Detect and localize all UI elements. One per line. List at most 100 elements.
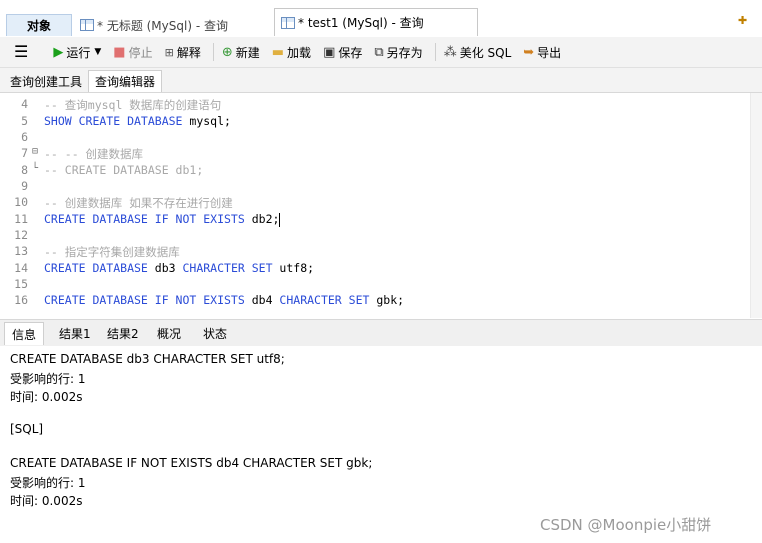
result-tab-label: 结果1 [59, 327, 91, 341]
tab-untitled-label: * 无标题 (MySql) - 查询 [97, 18, 228, 33]
result-tabs: 信息 结果1 结果2 概况 状态 [0, 319, 762, 347]
document-tab-bar: 对象 * 无标题 (MySql) - 查询 * test1 (MySql) - … [0, 0, 762, 36]
sql-keyword: CHARACTER SET [279, 293, 377, 307]
result-tab[interactable]: 概况 [150, 322, 188, 345]
message-line: 受影响的行: 1 [10, 476, 86, 490]
sql-comment: -- 指定字符集创建数据库 [44, 245, 180, 259]
watermark: CSDN @Moonpie小甜饼 [540, 516, 712, 534]
tab-query-builder-label: 查询创建工具 [10, 74, 83, 89]
message-line: 时间: 0.002s [10, 390, 83, 404]
code-text: -- CREATE DATABASE db1; [44, 163, 203, 177]
result-tab-label: 结果2 [107, 327, 139, 341]
tab-objects[interactable]: 对象 [6, 14, 72, 36]
line-number: 12 [14, 228, 28, 242]
code-line[interactable]: 10 -- 创建数据库 如果不存在进行创建 [0, 195, 750, 211]
code-text: -- 指定字符集创建数据库 [44, 244, 180, 260]
text-cursor [279, 212, 281, 227]
line-number: 7 [21, 146, 28, 160]
export-button[interactable]: ➥ 导出 [523, 44, 561, 61]
run-label: 运行 [66, 45, 91, 60]
new-query-icon[interactable]: ✚ [738, 14, 747, 27]
load-button[interactable]: ▬ 加载 [272, 44, 311, 61]
stop-icon: ■ [113, 44, 126, 60]
sql-keyword: CREATE DATABASE IF NOT EXISTS [44, 212, 252, 226]
explain-label: 解释 [176, 45, 201, 60]
sql-editor[interactable]: 4 -- 查询mysql 数据库的创建语句 5 SHOW CREATE DATABAS… [0, 93, 750, 318]
code-text: SHOW CREATE DATABASE mysql; [44, 114, 231, 128]
tab-untitled-query[interactable]: * 无标题 (MySql) - 查询 [74, 14, 270, 36]
save-as-icon: ⧉ [374, 44, 384, 60]
result-tab[interactable]: 信息 [4, 322, 45, 345]
new-label: 新建 [235, 45, 260, 60]
code-text: CREATE DATABASE db3 CHARACTER SET utf8; [44, 261, 314, 275]
fold-toggle-icon[interactable]: ⊟ [32, 146, 38, 157]
result-tab-label: 状态 [203, 327, 228, 341]
tab-query-editor[interactable]: 查询编辑器 [88, 70, 163, 92]
menu-icon: ☰ [14, 42, 29, 61]
query-toolbar: ☰ ▶ 运行 ▼ ■ 停止 ⊞ 解释 ⊕ 新建 ▬ 加载 ▣ 保存 ⧉ 另存为 … [0, 37, 762, 68]
beautify-sql-button[interactable]: ⁂ 美化 SQL [444, 44, 512, 61]
query-table-icon [281, 16, 295, 29]
chevron-down-icon: ▼ [94, 47, 102, 57]
editor-scrollbar[interactable] [750, 93, 762, 318]
sql-identifier: db4 [251, 293, 280, 307]
save-button[interactable]: ▣ 保存 [323, 44, 362, 61]
line-number: 15 [14, 277, 28, 291]
code-line[interactable]: 16 CREATE DATABASE IF NOT EXISTS db4 CHAR… [0, 293, 750, 309]
new-query-icon: ⊕ [221, 44, 233, 60]
code-text: CREATE DATABASE IF NOT EXISTS db2; [44, 212, 281, 227]
sql-comment: -- 创建数据库 如果不存在进行创建 [44, 196, 233, 210]
code-line[interactable]: 7 ⊟ -- -- 创建数据库 [0, 146, 750, 162]
result-tab[interactable]: 结果1 [52, 322, 98, 345]
line-number: 16 [14, 293, 28, 307]
explain-button[interactable]: ⊞ 解释 [165, 44, 201, 61]
code-line[interactable]: 4 -- 查询mysql 数据库的创建语句 [0, 97, 750, 113]
line-number: 4 [21, 97, 28, 111]
line-number: 14 [14, 261, 28, 275]
code-line[interactable]: 6 [0, 130, 750, 146]
tab-test1-query[interactable]: * test1 (MySql) - 查询 [274, 8, 478, 36]
code-line[interactable]: 14 CREATE DATABASE db3 CHARACTER SET utf8… [0, 261, 750, 277]
code-text: -- -- 创建数据库 [44, 146, 143, 162]
export-icon: ➥ [523, 44, 535, 60]
sql-identifier: db3 [154, 261, 183, 275]
code-line[interactable]: 15 [0, 277, 750, 293]
line-number: 9 [21, 179, 28, 193]
sql-comment: -- CREATE DATABASE db1; [44, 163, 204, 177]
code-line[interactable]: 13 -- 指定字符集创建数据库 [0, 244, 750, 260]
code-line[interactable]: 9 [0, 179, 750, 195]
menu-button[interactable]: ☰ [14, 44, 31, 60]
sql-keyword: SHOW CREATE DATABASE [44, 114, 190, 128]
tab-objects-label: 对象 [26, 19, 51, 33]
result-tab[interactable]: 结果2 [100, 322, 146, 345]
code-text: CREATE DATABASE IF NOT EXISTS db4 CHARAC… [44, 293, 404, 307]
sql-comment: -- 查询mysql 数据库的创建语句 [44, 98, 222, 112]
code-line[interactable]: 5 SHOW CREATE DATABASE mysql; [0, 114, 750, 130]
result-tab[interactable]: 状态 [196, 322, 234, 345]
line-number: 6 [21, 130, 28, 144]
result-tab-label: 信息 [12, 327, 37, 342]
line-number: 11 [14, 212, 28, 226]
tab-test1-label: * test1 (MySql) - 查询 [298, 16, 424, 30]
line-number: 8 [21, 163, 28, 177]
tab-query-builder[interactable]: 查询创建工具 [4, 70, 88, 92]
load-label: 加载 [287, 45, 312, 60]
export-label: 导出 [537, 45, 562, 60]
save-as-label: 另存为 [386, 45, 423, 60]
save-as-button[interactable]: ⧉ 另存为 [374, 44, 422, 61]
message-line: 时间: 0.002s [10, 494, 83, 508]
code-line[interactable]: 11 CREATE DATABASE IF NOT EXISTS db2; [0, 212, 750, 228]
run-button[interactable]: ▶ 运行 ▼ [53, 44, 101, 61]
message-line: CREATE DATABASE IF NOT EXISTS db4 CHARAC… [10, 456, 373, 470]
save-icon: ▣ [323, 44, 336, 60]
line-number: 10 [14, 195, 28, 209]
code-line[interactable]: 12 [0, 228, 750, 244]
sql-keyword: CREATE DATABASE [44, 261, 155, 275]
message-line: 受影响的行: 1 [10, 372, 86, 386]
sql-identifier: mysql; [189, 114, 231, 128]
stop-button[interactable]: ■ 停止 [113, 44, 152, 61]
sql-keyword: CHARACTER SET [182, 261, 280, 275]
magic-wand-icon: ⁂ [443, 44, 457, 60]
new-button[interactable]: ⊕ 新建 [222, 44, 260, 61]
code-line[interactable]: 8 └ -- CREATE DATABASE db1; [0, 163, 750, 179]
